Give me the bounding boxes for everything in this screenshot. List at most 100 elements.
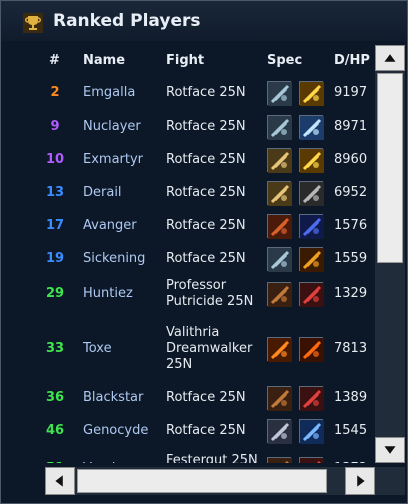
player-name-link[interactable]: Genocyde <box>83 423 148 438</box>
arrow-left-icon <box>55 475 63 487</box>
player-name-link[interactable]: Emgalla <box>83 85 135 100</box>
player-rank: 10 <box>45 152 65 167</box>
table-row[interactable]: 19 Sickening Rotface 25N 1559 <box>1 243 373 275</box>
skull-fire-icon[interactable] <box>299 247 324 272</box>
fight-name: Rotface 25N <box>166 251 246 266</box>
panel-title: Ranked Players <box>53 11 201 31</box>
player-rank: 9 <box>50 119 60 134</box>
table-row[interactable]: 29 Huntiez Professor Putricide 25N 1329 <box>1 273 373 315</box>
fight-name: Rotface 25N <box>166 390 246 405</box>
fire-comet-icon[interactable] <box>299 337 324 362</box>
dhp-value: 1329 <box>334 286 368 301</box>
rune-sword-icon[interactable] <box>267 115 292 140</box>
table-row[interactable]: 9 Nuclayer Rotface 25N 8971 <box>1 111 373 143</box>
player-rank: 33 <box>45 341 65 356</box>
fight-name: Valithria Dreamwalker 25N <box>166 325 253 372</box>
dhp-value: 1576 <box>334 218 368 233</box>
trophy-icon <box>23 13 43 33</box>
arrow-right-icon <box>357 475 365 487</box>
table-row[interactable]: 36 Blackstar Rotface 25N 1389 <box>1 382 373 414</box>
holy-tome-icon[interactable] <box>267 181 292 206</box>
fight-name: Rotface 25N <box>166 85 246 100</box>
arrow-up-icon <box>384 54 396 62</box>
bow-icon[interactable] <box>267 457 292 463</box>
table-row[interactable]: 2 Emgalla Rotface 25N 9197 <box>1 77 373 109</box>
column-header-rank[interactable]: # <box>49 53 60 68</box>
fire-staff-icon[interactable] <box>267 337 292 362</box>
fight-name: Rotface 25N <box>166 423 246 438</box>
player-rank: 51 <box>35 461 75 463</box>
scroll-right-button[interactable] <box>345 467 375 495</box>
ranked-players-panel: Ranked Players # Name Fight Spec D/HP 2 E… <box>0 0 408 504</box>
player-name-link[interactable]: Avanger <box>83 218 137 233</box>
player-rank: 13 <box>45 185 65 200</box>
dhp-value: 8971 <box>334 119 368 134</box>
shield-icon[interactable] <box>299 181 324 206</box>
blood-claw-icon[interactable] <box>267 214 292 239</box>
player-name-link[interactable]: Derail <box>83 185 122 200</box>
red-axe-icon[interactable] <box>299 457 324 463</box>
holy-tome-icon[interactable] <box>267 148 292 173</box>
player-rank: 2 <box>50 85 60 100</box>
dhp-value: 1372 <box>334 461 367 463</box>
player-name-link[interactable]: Sickening <box>83 251 145 266</box>
frost-claw-icon[interactable] <box>299 419 324 444</box>
scrollbar-corner <box>375 467 405 495</box>
fight-name: Festergut 25N <box>166 453 258 463</box>
dhp-value: 6952 <box>334 185 368 200</box>
table-row[interactable]: 10 Exmartyr Rotface 25N 8960 <box>1 144 373 176</box>
table-row[interactable]: 13 Derail Rotface 25N 6952 <box>1 177 373 209</box>
arrow-down-icon <box>384 446 396 454</box>
table-row[interactable]: 33 Toxe Valithria Dreamwalker 25N 7813 <box>1 321 373 377</box>
rune-sword-icon[interactable] <box>267 81 292 106</box>
player-name-link[interactable]: Exmartyr <box>83 152 143 167</box>
fight-name: Rotface 25N <box>166 152 246 167</box>
dhp-value: 1389 <box>334 390 368 405</box>
player-name-link[interactable]: Vandara <box>83 461 137 463</box>
player-name-link[interactable]: Huntiez <box>83 286 133 301</box>
player-rank: 29 <box>45 286 65 301</box>
table-row[interactable]: 46 Genocyde Rotface 25N 1545 <box>1 415 373 447</box>
ice-crystal-icon[interactable] <box>299 115 324 140</box>
player-rank: 36 <box>45 390 65 405</box>
column-header-name[interactable]: Name <box>83 53 125 68</box>
dhp-value: 8960 <box>334 152 368 167</box>
vertical-scrollbar[interactable] <box>375 45 405 463</box>
scroll-down-button[interactable] <box>375 437 405 463</box>
scroll-up-button[interactable] <box>375 45 405 71</box>
bow-icon[interactable] <box>267 282 292 307</box>
steel-axe-icon[interactable] <box>267 419 292 444</box>
fight-name: Rotface 25N <box>166 218 246 233</box>
dhp-value: 1559 <box>334 251 368 266</box>
player-rank: 46 <box>45 423 65 438</box>
sunburst-icon[interactable] <box>299 148 324 173</box>
table-row[interactable]: 51 Vandara Festergut 25N 1372 <box>1 449 373 463</box>
fight-name: Rotface 25N <box>166 185 246 200</box>
panel-header: Ranked Players <box>1 1 407 41</box>
ranked-players-table: # Name Fight Spec D/HP 2 Emgalla Rotface 2… <box>1 45 373 463</box>
player-rank: 19 <box>45 251 65 266</box>
blue-shield-icon[interactable] <box>299 214 324 239</box>
fight-name: Rotface 25N <box>166 119 246 134</box>
table-row[interactable]: 17 Avanger Rotface 25N 1576 <box>1 210 373 242</box>
player-name-link[interactable]: Toxe <box>83 341 112 356</box>
horizontal-scrollbar[interactable] <box>45 467 375 495</box>
dhp-value: 9197 <box>334 85 368 100</box>
column-header-spec[interactable]: Spec <box>267 53 302 68</box>
vertical-scroll-thumb[interactable] <box>377 73 403 263</box>
column-header-fight[interactable]: Fight <box>166 53 204 68</box>
player-rank: 17 <box>45 218 65 233</box>
column-header-dhp[interactable]: D/HP <box>334 53 370 68</box>
sunburst-icon[interactable] <box>299 81 324 106</box>
player-name-link[interactable]: Nuclayer <box>83 119 141 134</box>
horizontal-scroll-thumb[interactable] <box>77 469 327 493</box>
scroll-left-button[interactable] <box>45 467 75 495</box>
red-axe-icon[interactable] <box>299 282 324 307</box>
bow-icon[interactable] <box>267 386 292 411</box>
red-axe-icon[interactable] <box>299 386 324 411</box>
dhp-value: 7813 <box>334 341 368 356</box>
player-name-link[interactable]: Blackstar <box>83 390 143 405</box>
rune-sword-icon[interactable] <box>267 247 292 272</box>
dhp-value: 1545 <box>334 423 368 438</box>
fight-name: Professor Putricide 25N <box>166 278 254 309</box>
